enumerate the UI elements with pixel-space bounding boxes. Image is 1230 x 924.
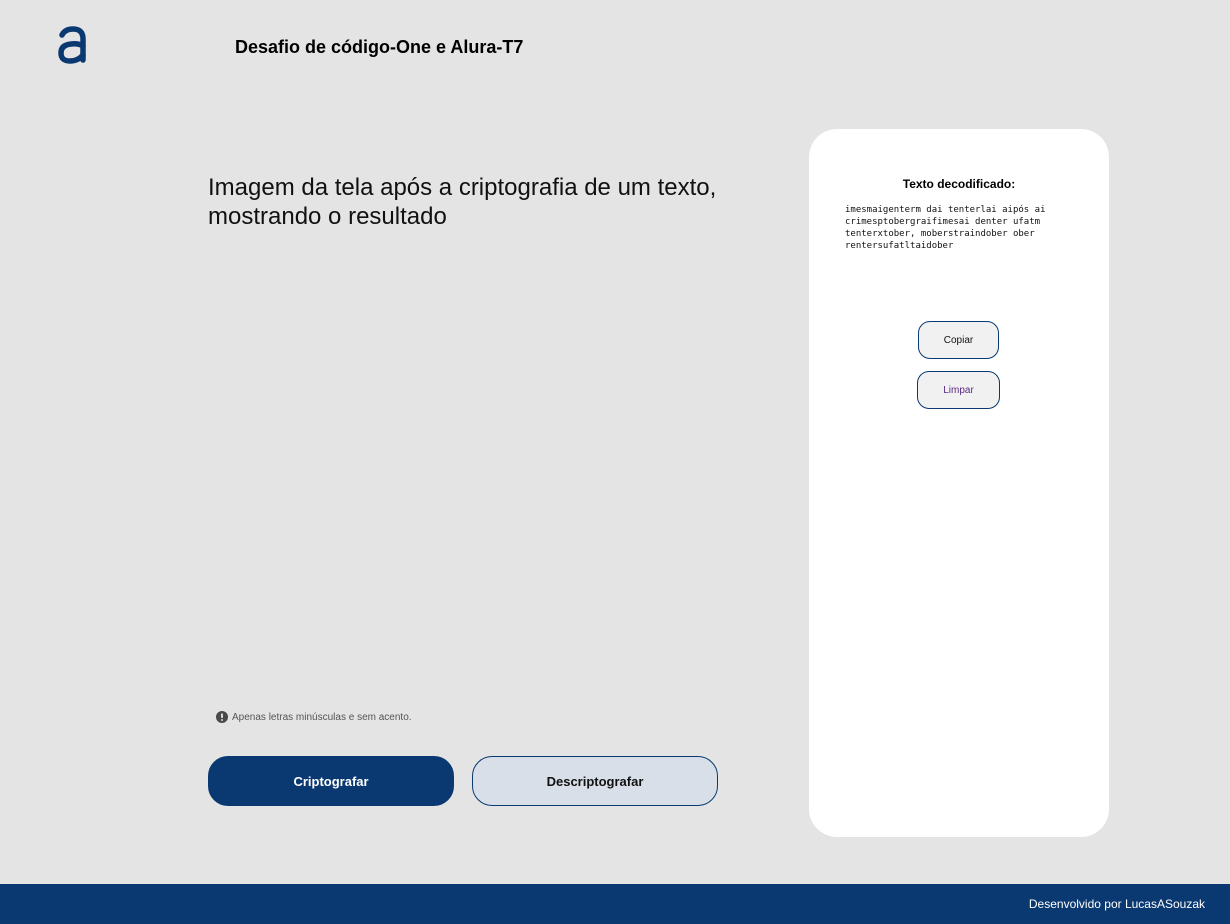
hint-row: Apenas letras minúsculas e sem acento. [216,711,412,723]
app-page: Desafio de código-One e Alura-T7 Imagem … [0,0,1230,924]
result-panel: Texto decodificado: imesmaigenterm dai t… [809,129,1109,837]
clear-button-label: Limpar [943,384,974,396]
result-title: Texto decodificado: [902,177,1016,191]
hint-text: Apenas letras minúsculas e sem acento. [232,711,412,723]
alura-logo-icon[interactable] [56,26,90,66]
copy-button-label: Copiar [943,334,974,346]
footer-text: Desenvolvido por LucasASouzak [1028,897,1205,911]
decrypt-button[interactable]: Descriptografar [472,756,718,806]
encrypt-button[interactable]: Criptografar [208,756,454,806]
decrypt-button-label: Descriptografar [546,773,644,789]
result-text: imesmaigenterm dai tenterlai aipós ai cr… [845,205,1046,251]
exclamation-circle-icon [216,711,228,723]
copy-button[interactable]: Copiar [918,321,999,359]
encrypt-button-label: Criptografar [293,773,369,789]
input-text-area[interactable]: Imagem da tela após a criptografia de um… [208,173,728,231]
footer: Desenvolvido por LucasASouzak [0,884,1230,924]
page-title: Desafio de código-One e Alura-T7 [235,37,524,57]
clear-button[interactable]: Limpar [917,371,1000,409]
